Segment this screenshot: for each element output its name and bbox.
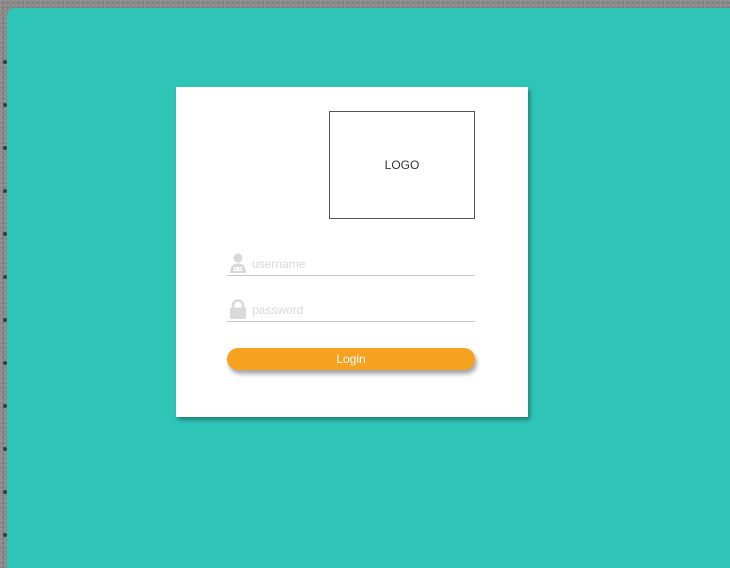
user-icon <box>230 253 246 273</box>
login-card: LOGO Login <box>176 87 528 417</box>
app-background: LOGO Login <box>7 8 730 568</box>
lock-icon <box>230 299 246 319</box>
logo-placeholder: LOGO <box>329 111 475 219</box>
logo-label: LOGO <box>384 158 420 172</box>
login-button[interactable]: Login <box>227 348 475 370</box>
username-input[interactable] <box>252 255 472 273</box>
password-input[interactable] <box>252 301 472 319</box>
username-field <box>227 253 475 276</box>
password-field <box>227 299 475 322</box>
